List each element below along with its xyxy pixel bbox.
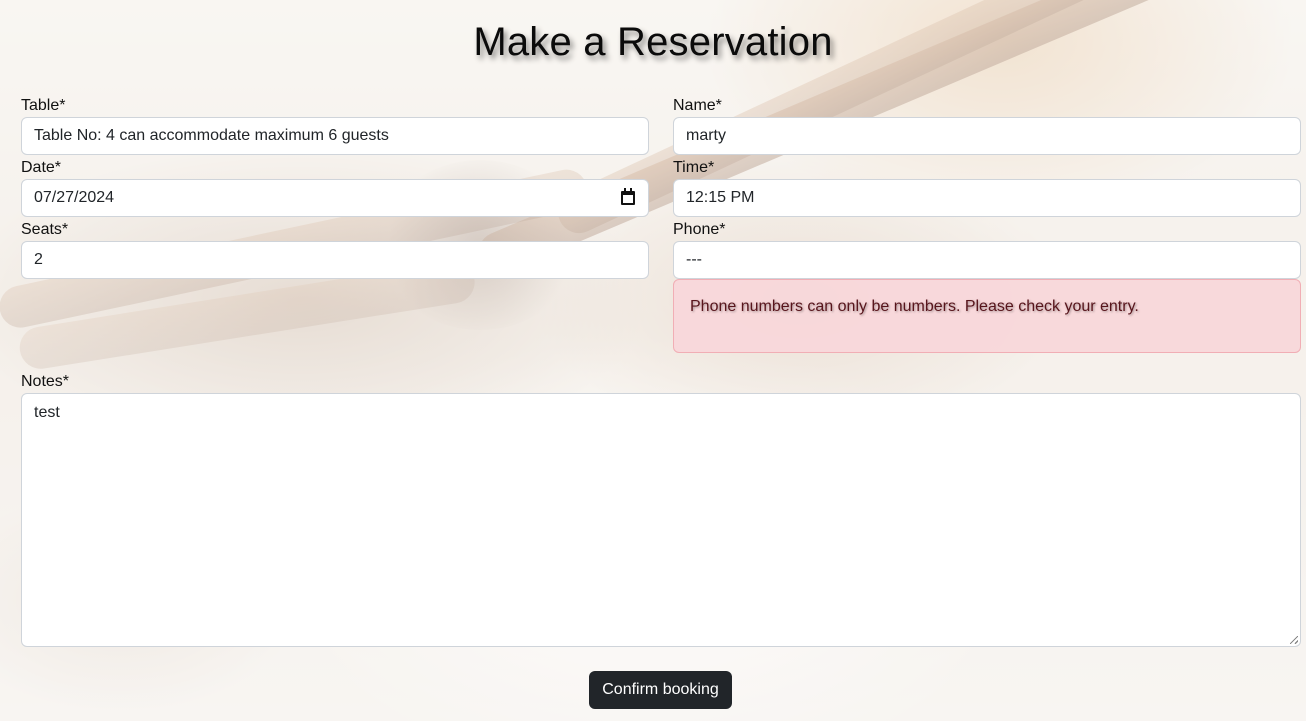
notes-field: Notes* test bbox=[21, 371, 1301, 647]
reservation-page: Make a Reservation Table* Table No: 4 ca… bbox=[0, 0, 1306, 721]
calendar-icon[interactable] bbox=[621, 188, 635, 205]
phone-field: Phone* --- bbox=[673, 219, 1301, 279]
phone-input[interactable]: --- bbox=[673, 241, 1301, 279]
notes-value: test bbox=[34, 404, 60, 421]
notes-label: Notes* bbox=[21, 373, 70, 390]
table-field: Table* Table No: 4 can accommodate maxim… bbox=[21, 95, 649, 155]
name-field: Name* marty bbox=[673, 95, 1301, 155]
time-label: Time* bbox=[673, 159, 715, 176]
confirm-booking-button[interactable]: Confirm booking bbox=[589, 671, 732, 709]
page-title: Make a Reservation bbox=[473, 20, 833, 64]
date-label: Date* bbox=[21, 159, 62, 176]
name-label: Name* bbox=[673, 97, 722, 114]
phone-label: Phone* bbox=[673, 221, 726, 238]
date-value: 07/27/2024 bbox=[34, 189, 115, 206]
phone-error-alert: Phone numbers can only be numbers. Pleas… bbox=[673, 279, 1301, 353]
table-label: Table* bbox=[21, 97, 66, 114]
seats-label: Seats* bbox=[21, 221, 69, 238]
seats-field: Seats* 2 bbox=[21, 219, 649, 279]
time-field: Time* 12:15 PM bbox=[673, 157, 1301, 217]
resize-grip-icon[interactable] bbox=[1290, 636, 1298, 644]
name-input[interactable]: marty bbox=[673, 117, 1301, 155]
date-input[interactable]: 07/27/2024 bbox=[21, 179, 649, 217]
time-input[interactable]: 12:15 PM bbox=[673, 179, 1301, 217]
date-field: Date* 07/27/2024 bbox=[21, 157, 649, 217]
reservation-form: Make a Reservation Table* Table No: 4 ca… bbox=[0, 0, 1306, 721]
notes-textarea[interactable]: test bbox=[21, 393, 1301, 647]
table-select[interactable]: Table No: 4 can accommodate maximum 6 gu… bbox=[21, 117, 649, 155]
seats-input[interactable]: 2 bbox=[21, 241, 649, 279]
